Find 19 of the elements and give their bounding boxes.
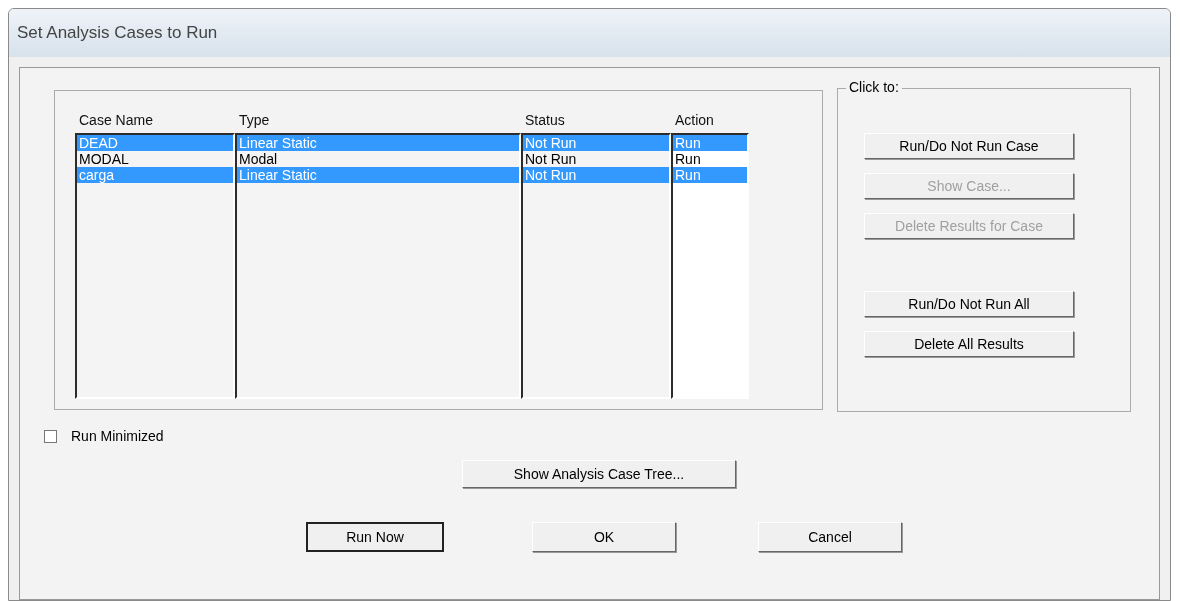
table-cell[interactable]: Run [673,151,747,167]
table-cell[interactable]: MODAL [77,151,233,167]
column-header: Case Name [78,111,154,130]
group-label: Click to: [846,79,902,95]
table-cell[interactable]: Not Run [523,151,669,167]
dialog-button[interactable]: OK [532,522,676,552]
checkbox-label: Run Minimized [71,428,164,444]
table-cell[interactable]: Modal [237,151,519,167]
checkbox[interactable] [44,429,57,443]
window-title: Set Analysis Cases to Run [9,9,1170,57]
action-button[interactable]: Run/Do Not Run All [864,291,1074,317]
action-button[interactable]: Delete All Results [864,331,1074,357]
dialog-button[interactable]: Cancel [758,522,902,552]
dialog-button[interactable]: Run Now [306,522,444,552]
column-header: Type [238,111,271,130]
action-button[interactable]: Run/Do Not Run Case [864,133,1074,159]
column-header: Action [674,111,715,130]
column-header: Status [524,111,566,130]
show-tree-button[interactable]: Show Analysis Case Tree... [462,460,736,488]
